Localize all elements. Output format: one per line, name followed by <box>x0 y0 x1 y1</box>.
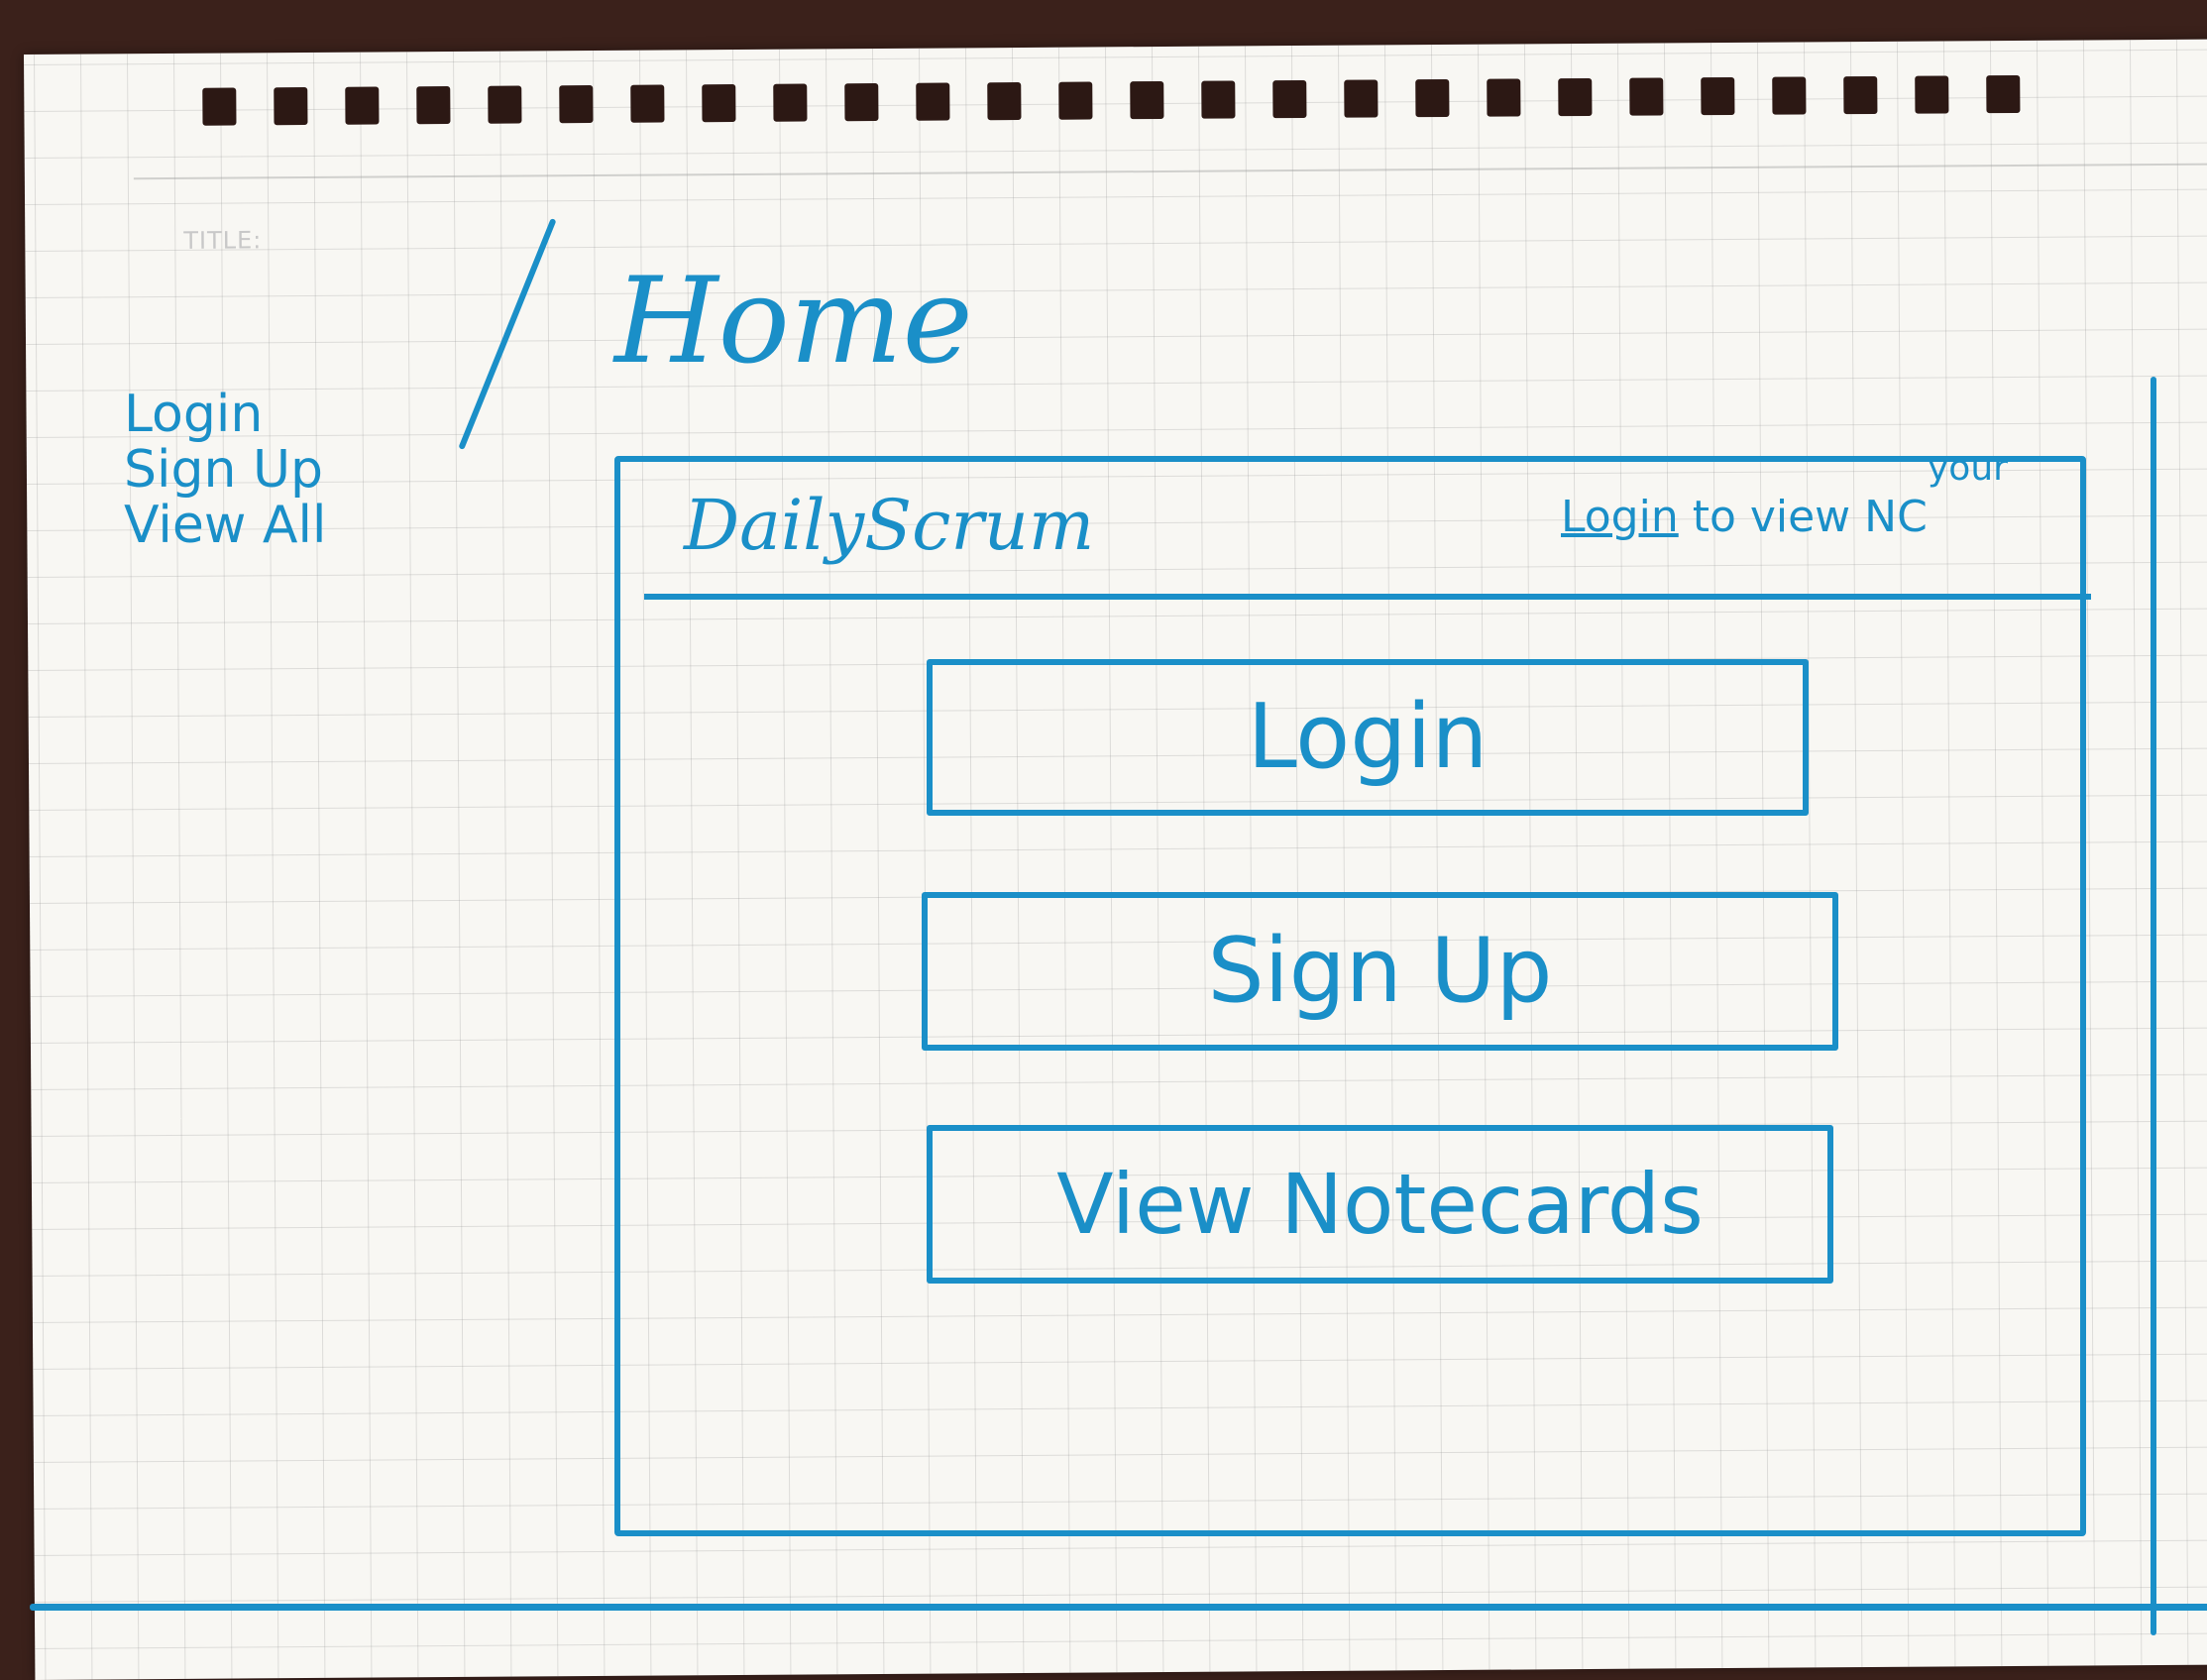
perforation-hole <box>1629 77 1664 116</box>
header-rule <box>133 163 2207 180</box>
perforation-hole <box>630 84 665 123</box>
perforation-hole <box>1701 76 1735 116</box>
perforation-hole <box>1058 81 1093 120</box>
sitemap-item-signup: Sign Up <box>124 440 324 500</box>
brand-logo[interactable]: DailyScrum <box>684 491 1094 560</box>
login-button[interactable]: Login <box>927 659 1809 816</box>
view-notecards-button-label: View Notecards <box>1056 1156 1704 1253</box>
nav-message-insert: your <box>1928 448 2008 489</box>
perforation-hole <box>1201 80 1236 119</box>
bottom-divider <box>30 1604 2207 1611</box>
perforation-hole <box>1415 78 1450 118</box>
signup-button-label: Sign Up <box>1207 919 1553 1023</box>
perforation-hole <box>1344 79 1379 118</box>
signup-button[interactable]: Sign Up <box>922 892 1838 1051</box>
nav-message-suffix: to view NC <box>1678 492 1928 542</box>
sitemap-item-login: Login <box>124 385 264 444</box>
page-heading: Home <box>614 253 973 391</box>
perforation-hole <box>202 87 237 126</box>
perforation-hole <box>559 84 594 124</box>
perforation-hole <box>773 83 808 122</box>
perforation-hole <box>1487 78 1521 117</box>
perforation-hole <box>1130 80 1164 120</box>
perforation-hole <box>1772 76 1807 115</box>
perforation-hole <box>274 87 308 126</box>
nav-login-message: Login to view NC <box>1561 496 1928 539</box>
spiral-perforations <box>24 39 2207 129</box>
nav-login-link[interactable]: Login <box>1561 492 1679 542</box>
perforation-hole <box>1986 74 2021 114</box>
perforation-hole <box>416 85 451 125</box>
sitemap-item-view-all: View All <box>124 496 327 555</box>
perforation-hole <box>987 81 1022 121</box>
title-field-label: TITLE: <box>183 226 263 255</box>
perforation-hole <box>488 85 522 124</box>
perforation-hole <box>702 83 736 123</box>
next-sketch-edge <box>2151 377 2156 1635</box>
perforation-hole <box>1558 77 1593 117</box>
perforation-hole <box>1915 75 1949 114</box>
view-notecards-button[interactable]: View Notecards <box>927 1125 1833 1284</box>
perforation-hole <box>345 86 380 125</box>
perforation-hole <box>916 82 950 121</box>
perforation-hole <box>844 82 879 122</box>
perforation-hole <box>1272 79 1307 119</box>
sitemap-notes: Login Sign Up View All <box>124 387 326 553</box>
perforation-hole <box>1843 75 1878 115</box>
login-button-label: Login <box>1247 685 1489 789</box>
